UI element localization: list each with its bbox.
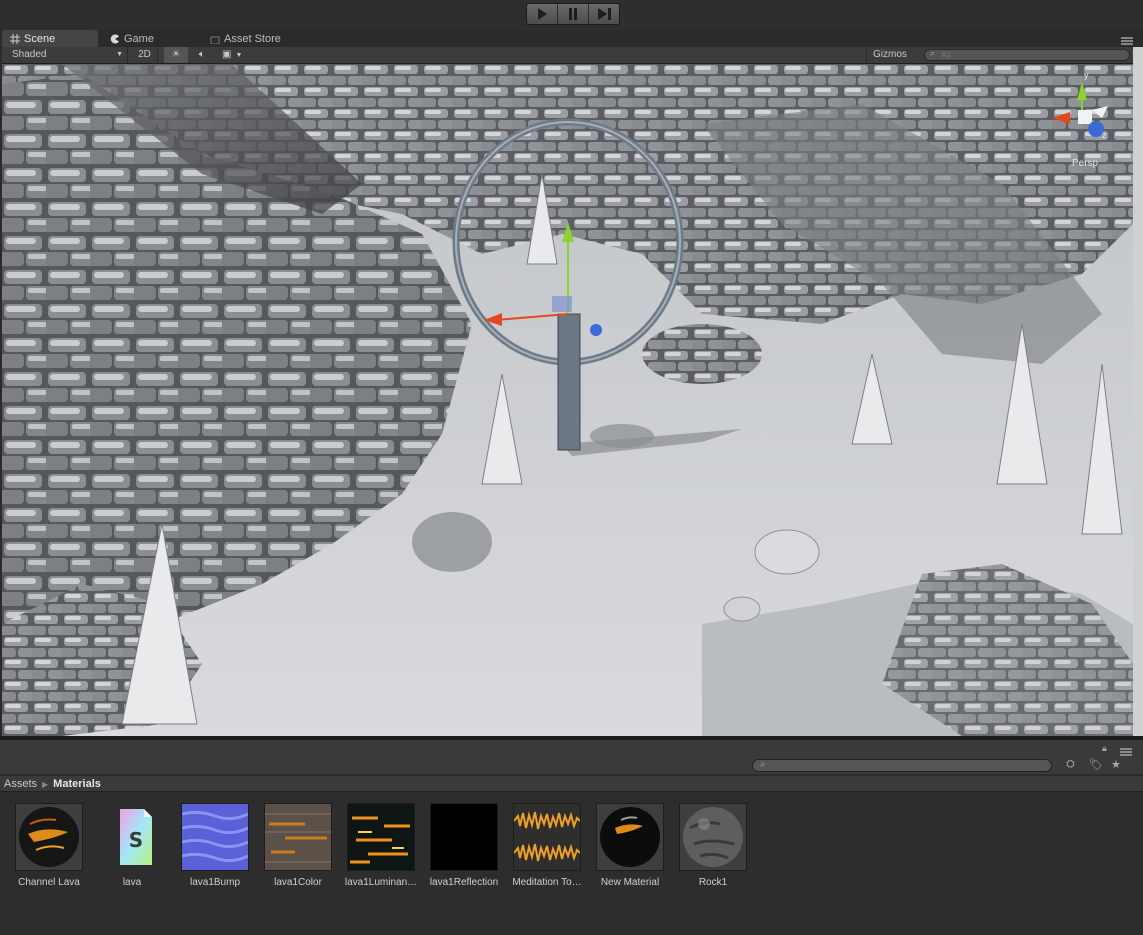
asset-item[interactable]: lava1Bump xyxy=(173,803,257,888)
breadcrumb: Assets ▶ Materials xyxy=(0,775,1143,792)
panel-menu-icon[interactable] xyxy=(1120,748,1132,756)
breadcrumb-current[interactable]: Materials xyxy=(53,778,101,790)
scene-effects-dropdown[interactable]: ▣ ▼ xyxy=(218,47,252,63)
shopping-bag-icon xyxy=(210,36,220,44)
audio-waveform-icon xyxy=(513,803,581,871)
asset-item[interactable]: lava1Reflection xyxy=(422,803,506,888)
pause-icon xyxy=(569,8,577,20)
asset-item[interactable]: Rock1 xyxy=(671,803,755,888)
filter-by-type-icon[interactable]: ⛭ xyxy=(1066,758,1075,771)
tab-scene[interactable]: Scene xyxy=(2,30,98,47)
tab-scene-label: Scene xyxy=(24,32,56,45)
normal-map-texture-icon xyxy=(181,803,249,871)
panel-menu-icon[interactable] xyxy=(1121,36,1133,46)
breadcrumb-root[interactable]: Assets xyxy=(4,778,37,790)
tab-bar: Scene Game Asset Store xyxy=(0,30,1143,47)
scene-viewport[interactable]: y z Persp xyxy=(2,64,1133,736)
asset-label: lava xyxy=(122,877,142,888)
tab-game-label: Game xyxy=(124,32,154,45)
asset-label: lava1Color xyxy=(274,877,322,888)
filter-by-label-icon[interactable]: 🏷︎ xyxy=(1089,758,1103,771)
step-button[interactable] xyxy=(589,4,619,24)
sun-icon: ☀ xyxy=(171,49,181,60)
shading-mode-dropdown[interactable]: Shaded ▼ xyxy=(4,47,128,63)
asset-label: lava1Bump xyxy=(189,877,241,888)
pause-button[interactable] xyxy=(558,4,589,24)
gizmo-axis-z-label: z xyxy=(1102,130,1107,140)
asset-item[interactable]: S lava xyxy=(90,803,174,888)
tab-asset-store[interactable]: Asset Store xyxy=(210,30,281,47)
inspector-edge xyxy=(1133,47,1143,737)
asset-item[interactable]: Meditation To… xyxy=(505,803,589,888)
svg-text:S: S xyxy=(129,828,143,852)
lava-sphere-icon xyxy=(15,803,83,871)
favorite-star-icon[interactable]: ★ xyxy=(1111,758,1121,771)
asset-label: New Material xyxy=(600,877,660,888)
scene-lighting-toggle[interactable]: ☀ xyxy=(164,47,188,63)
luminance-texture-icon xyxy=(347,803,415,871)
asset-item[interactable]: lava1Color xyxy=(256,803,340,888)
rock-sphere-icon xyxy=(679,803,747,871)
projection-mode-label[interactable]: Persp xyxy=(1072,158,1098,169)
project-search-input[interactable] xyxy=(752,759,1052,772)
play-controls xyxy=(526,3,620,25)
dropdown-arrow-icon: ▼ xyxy=(116,51,123,58)
speaker-icon: 🔈︎ xyxy=(199,49,205,60)
shading-mode-value: Shaded xyxy=(12,49,47,60)
search-icon: ⌕ xyxy=(760,759,766,770)
material-sphere-icon xyxy=(596,803,664,871)
gizmos-label: Gizmos xyxy=(873,49,907,60)
breadcrumb-separator-icon: ▶ xyxy=(42,780,49,789)
image-icon: ▣ xyxy=(222,49,232,60)
asset-label: Channel Lava xyxy=(18,877,80,888)
gizmos-dropdown[interactable]: Gizmos ▼ xyxy=(866,47,918,75)
gizmo-axis-y-label: y xyxy=(1084,70,1089,80)
search-icon: ⌕ xyxy=(930,48,936,58)
lock-icon[interactable]: 🔒︎ xyxy=(1102,743,1107,754)
asset-label: Meditation To… xyxy=(512,877,582,888)
asset-label: lava1Luminan… xyxy=(344,877,418,888)
2d-toggle-button[interactable]: 2D xyxy=(132,47,158,63)
black-texture-icon xyxy=(430,803,498,871)
scene-search-input[interactable] xyxy=(924,49,1130,61)
asset-label: lava1Reflection xyxy=(429,877,499,888)
step-icon xyxy=(598,8,611,20)
scene-toolbar: Shaded ▼ 2D ☀ 🔈︎ ▣▼ Gizmos ▼ ⌕ xyxy=(2,47,1133,75)
asset-label: Rock1 xyxy=(698,877,728,888)
dropdown-arrow-icon: ▼ xyxy=(235,52,243,59)
project-header: 🔒︎ ⌕ ⛭ 🏷︎ ★ xyxy=(0,740,1143,774)
grid-icon xyxy=(10,33,20,44)
asset-item[interactable]: lava1Luminan… xyxy=(339,803,423,888)
asset-grid: Channel Lava S lava lava1Bump lava1Color xyxy=(0,803,1143,903)
project-panel: 🔒︎ ⌕ ⛭ 🏷︎ ★ Assets ▶ Materials Channel Lav… xyxy=(0,740,1143,935)
scene-render xyxy=(2,64,1133,736)
play-icon xyxy=(538,8,547,20)
pacman-icon xyxy=(110,34,119,43)
shader-icon: S xyxy=(98,803,166,871)
asset-item[interactable]: Channel Lava xyxy=(7,803,91,888)
asset-item[interactable]: New Material xyxy=(588,803,672,888)
scene-audio-toggle[interactable]: 🔈︎ xyxy=(190,47,214,63)
play-button[interactable] xyxy=(527,4,558,24)
tab-game[interactable]: Game xyxy=(110,30,154,47)
tab-asset-store-label: Asset Store xyxy=(224,32,281,45)
play-toolbar xyxy=(0,0,1143,30)
color-texture-icon xyxy=(264,803,332,871)
